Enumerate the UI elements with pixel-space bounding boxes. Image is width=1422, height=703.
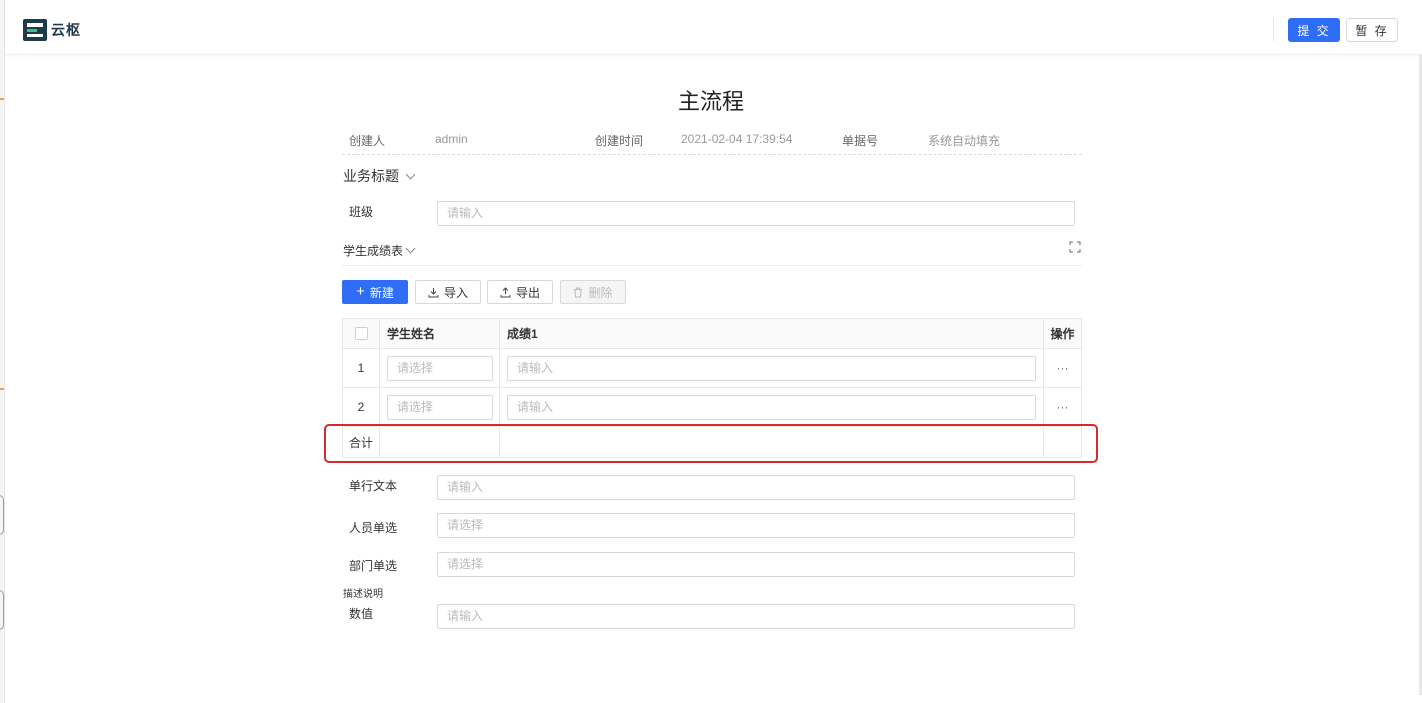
upload-icon [500,286,511,297]
field-label-dept-select: 部门单选 [349,559,398,573]
score-input[interactable]: 请输入 [507,355,1036,381]
toolbar-divider [1273,17,1274,41]
edge-mark [0,98,4,100]
doc-no-value: 系统自动填充 [928,134,1001,148]
student-name-cell: 请选择 [380,349,500,387]
student-name-select[interactable]: 请选择 [387,355,493,381]
table-row: 2 请选择 请输入 ··· [343,388,1081,427]
edge-mark [0,388,4,390]
user-select-input[interactable]: 请选择 [437,513,1075,538]
download-icon [428,287,439,297]
chevron-down-icon [405,169,416,179]
column-header-student-name: 学生姓名 [380,319,500,348]
score-cell: 请输入 [500,349,1044,387]
submit-button[interactable]: 提 交 [1288,18,1340,42]
table-header-row: 学生姓名 成绩1 操作 [343,319,1081,349]
edge-curve [0,590,4,630]
left-window-edge [0,0,5,703]
section-business-title-text: 业务标题 [343,168,399,184]
field-label-user-select: 人员单选 [349,521,398,535]
student-name-select[interactable]: 请选择 [387,394,493,420]
trash-icon [574,287,583,297]
export-label: 导出 [515,285,540,300]
section-business-title[interactable]: 业务标题 [343,166,416,186]
field-label-single-text: 单行文本 [349,479,398,493]
subtable-divider [342,265,1082,266]
form-title: 主流程 [677,89,744,114]
edge-curve [0,495,4,535]
highlight-annotation-box [324,424,1098,463]
logo-icon [23,19,47,41]
import-button[interactable]: 导入 [415,280,481,304]
meta-divider [342,154,1082,155]
dept-select-input[interactable]: 请选择 [437,552,1075,577]
class-input[interactable]: 请输入 [437,201,1075,226]
row-index: 2 [343,388,380,426]
row-index: 1 [343,349,380,387]
new-row-button[interactable]: + 新建 [342,280,408,304]
score-cell: 请输入 [500,388,1044,426]
save-draft-button[interactable]: 暂 存 [1346,18,1398,42]
subtable-title[interactable]: 学生成绩表 [343,242,416,259]
description-note: 描述说明 [343,589,383,600]
plus-icon: + [356,283,365,300]
more-actions-icon[interactable]: ··· [1044,349,1081,387]
logo-text: 云枢 [51,22,81,38]
number-input[interactable]: 请输入 [437,604,1075,629]
chevron-down-icon [405,243,416,254]
column-header-score: 成绩1 [500,319,1044,348]
subtable-title-text: 学生成绩表 [343,244,404,258]
created-time-value: 2021-02-04 17:39:54 [681,132,793,146]
single-text-input[interactable]: 请输入 [437,475,1075,500]
table-row: 1 请选择 请输入 ··· [343,349,1081,388]
import-label: 导入 [443,285,468,300]
doc-no-label: 单据号 [842,134,879,148]
export-button[interactable]: 导出 [487,280,553,304]
creator-value: admin [435,132,468,146]
creator-label: 创建人 [349,134,386,148]
student-name-cell: 请选择 [380,388,500,426]
created-time-label: 创建时间 [595,134,644,148]
field-label-number: 数值 [349,607,374,621]
header-checkbox-cell [343,319,380,348]
top-bar: 云枢 提 交 暂 存 [5,0,1422,55]
new-row-label: 新建 [369,285,394,300]
logo: 云枢 [23,19,81,41]
delete-button[interactable]: 删除 [560,280,626,304]
select-all-checkbox[interactable] [354,327,368,340]
class-field-label: 班级 [349,205,374,219]
score-input[interactable]: 请输入 [507,394,1036,420]
column-header-actions: 操作 [1050,327,1075,341]
more-actions-icon[interactable]: ··· [1044,388,1081,426]
delete-label: 删除 [588,285,613,300]
fullscreen-icon[interactable] [1069,241,1081,253]
